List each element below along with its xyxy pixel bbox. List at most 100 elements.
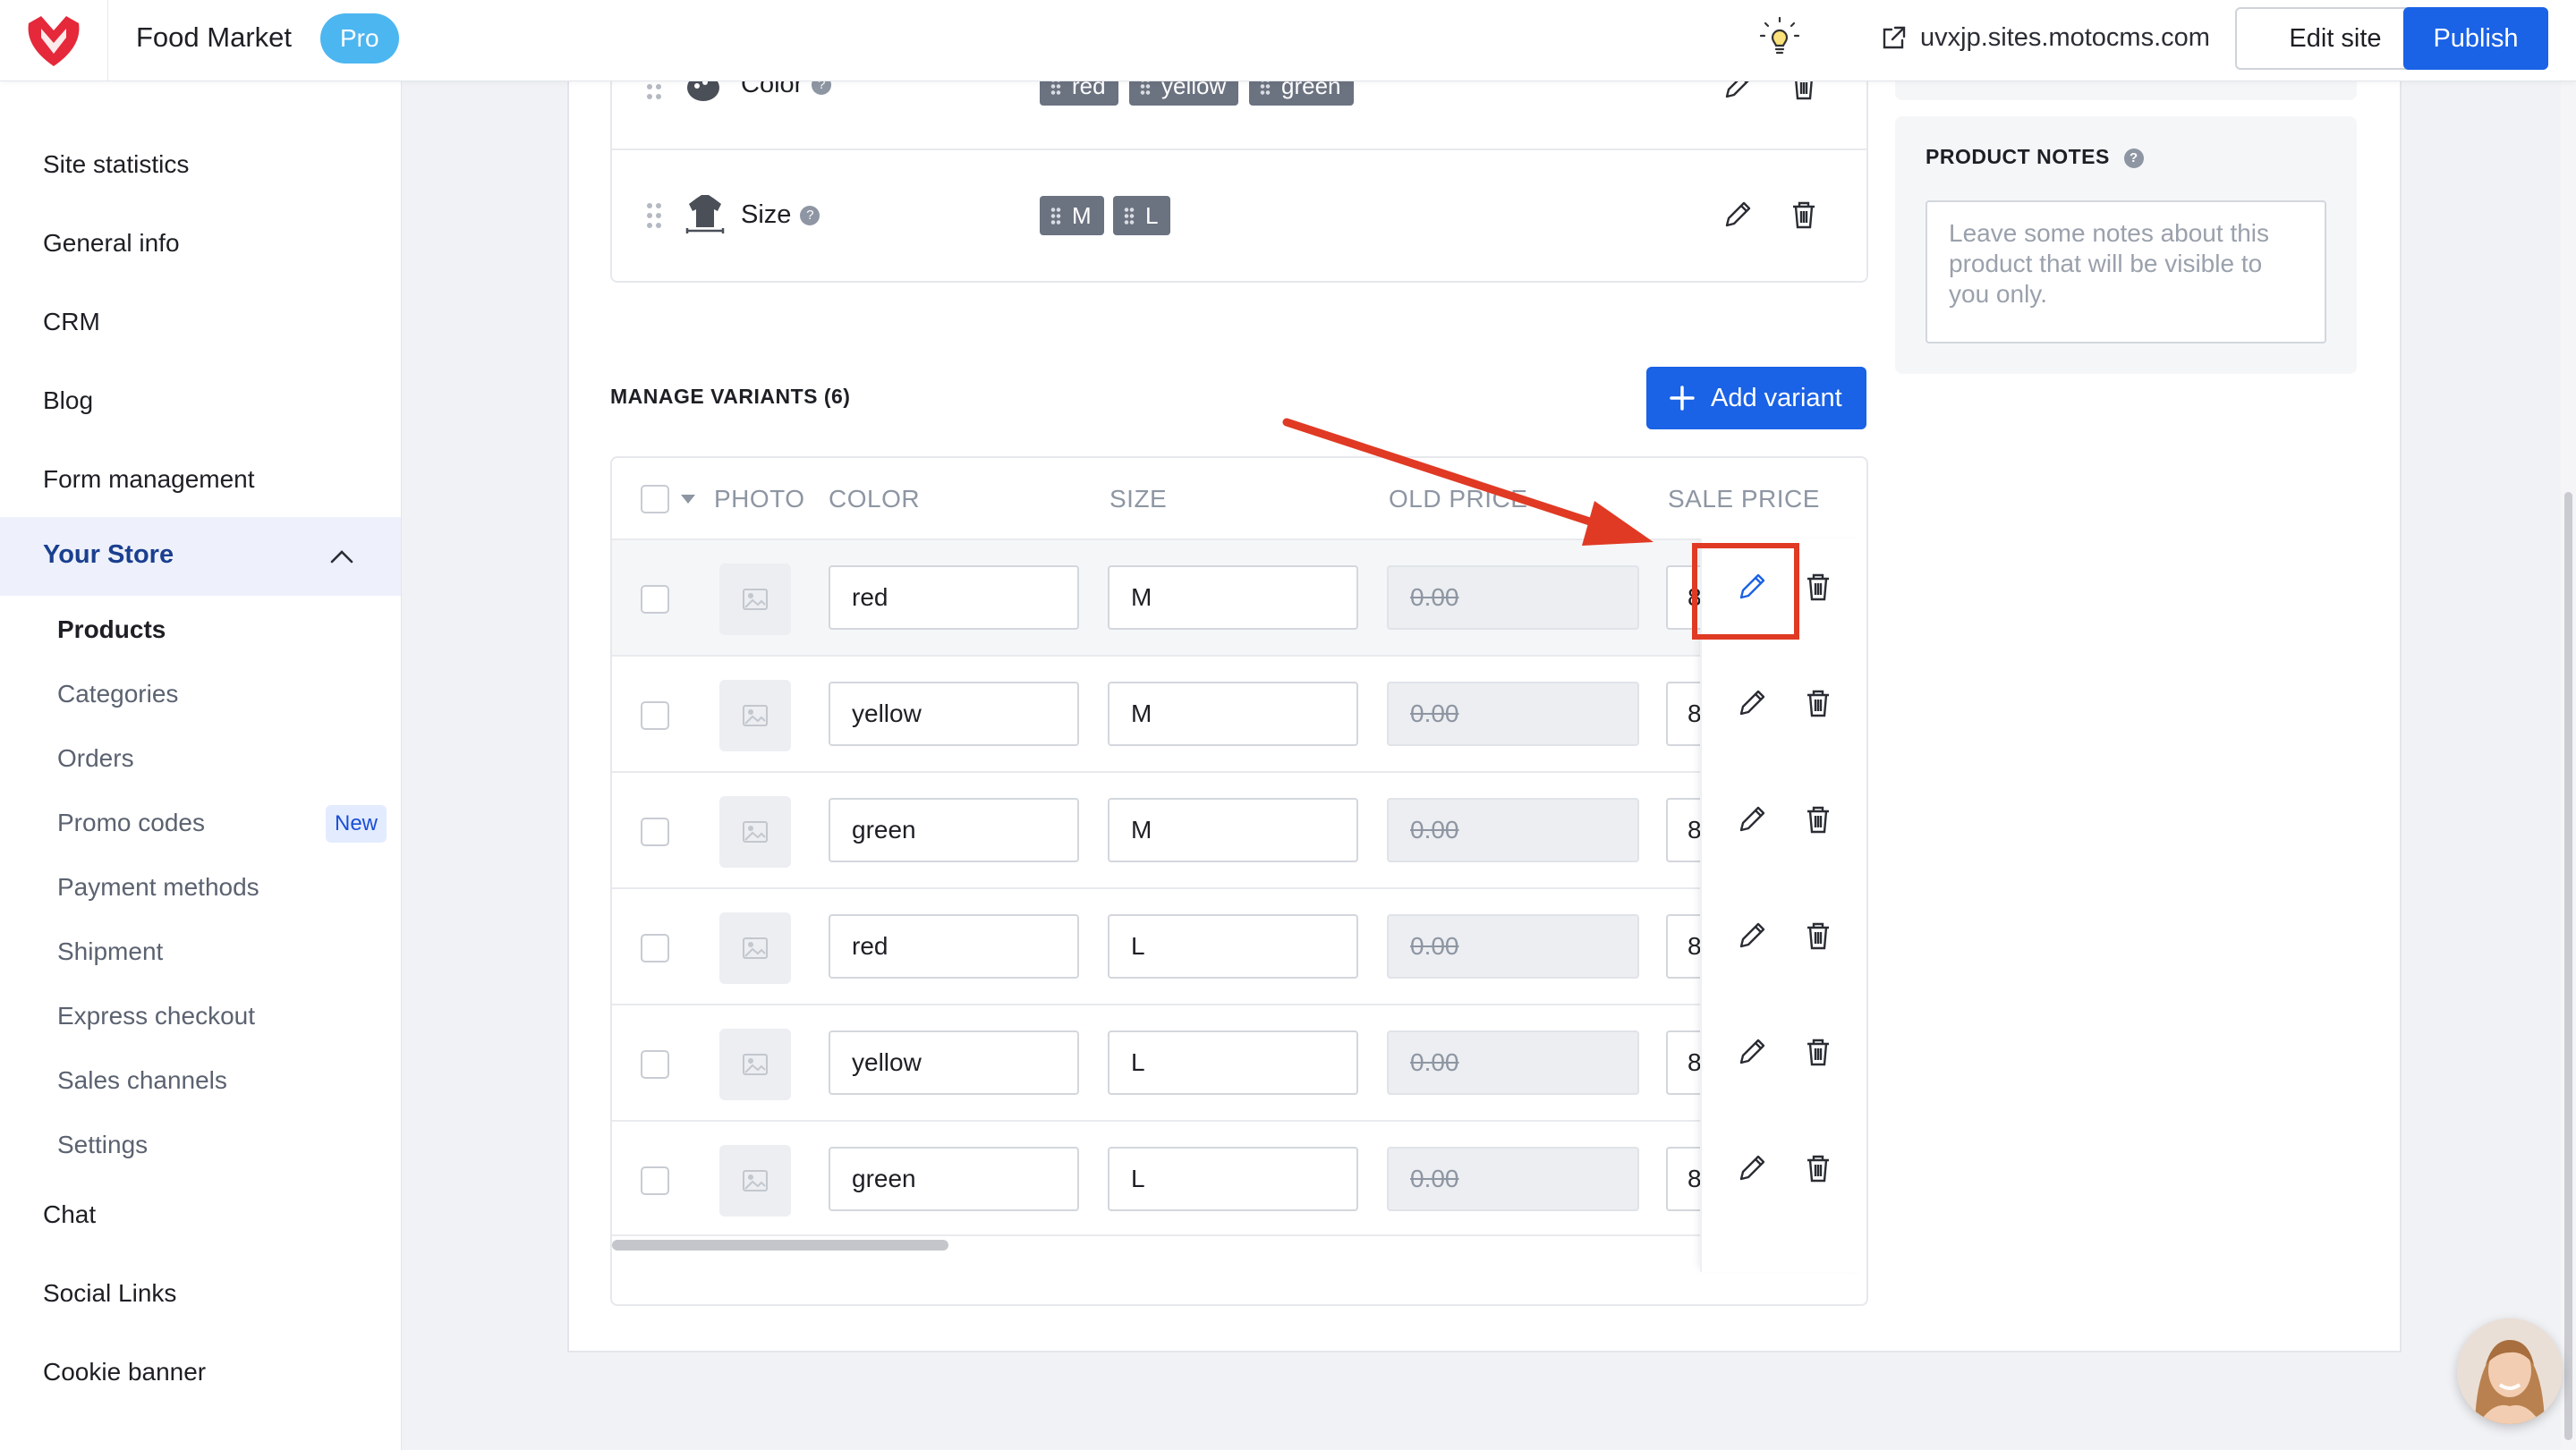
sidebar-subitem-payment-methods[interactable]: Payment methods [57, 873, 259, 902]
support-chat-avatar[interactable] [2457, 1319, 2563, 1424]
tshirt-size-icon [685, 195, 725, 233]
help-icon[interactable]: ? [2123, 148, 2144, 168]
variant-color-input[interactable]: red [829, 565, 1079, 630]
add-variant-button[interactable]: Add variant [1646, 367, 1866, 429]
variant-old-price-input: 0.00 [1387, 1030, 1639, 1095]
plus-icon [1670, 386, 1695, 411]
pencil-icon[interactable] [1720, 197, 1756, 233]
variant-color-input[interactable]: yellow [829, 682, 1079, 746]
trash-icon[interactable] [1800, 1034, 1836, 1070]
table-row: red L 0.00 8 [612, 887, 1866, 1004]
plan-badge: Pro [320, 13, 399, 64]
sidebar-item-chat[interactable]: Chat [43, 1200, 96, 1229]
table-row: red M 0.00 8 [612, 538, 1866, 655]
sidebar-subitem-promo-codes[interactable]: Promo codes [57, 809, 205, 837]
motocms-logo-icon[interactable] [20, 11, 88, 70]
variant-photo-placeholder[interactable] [719, 564, 791, 635]
avatar-illustration [2457, 1319, 2563, 1424]
sidebar-item-site-statistics[interactable]: Site statistics [43, 150, 189, 179]
variant-size-input[interactable]: M [1108, 682, 1358, 746]
sidebar-item-cookie-banner[interactable]: Cookie banner [43, 1358, 206, 1386]
annotation-highlight-box [1692, 543, 1799, 640]
publish-button[interactable]: Publish [2403, 7, 2548, 70]
trash-icon[interactable] [1800, 569, 1836, 605]
pencil-icon[interactable] [1734, 685, 1770, 721]
image-icon [743, 937, 768, 959]
product-notes-label: PRODUCT NOTES [1926, 145, 2110, 168]
sidebar-subitem-products[interactable]: Products [57, 615, 166, 644]
pencil-icon[interactable] [1734, 801, 1770, 837]
row-actions-column [1700, 538, 1866, 1272]
page-scrollbar-thumb[interactable] [2564, 492, 2572, 1440]
row-checkbox[interactable] [641, 1050, 669, 1079]
variant-color-input[interactable]: yellow [829, 1030, 1079, 1095]
column-header-sale-price: SALE PRICE [1668, 485, 1820, 513]
variant-old-price-input: 0.00 [1387, 1147, 1639, 1211]
image-icon [743, 1054, 768, 1075]
variant-photo-placeholder[interactable] [719, 912, 791, 984]
sidebar-subitem-orders[interactable]: Orders [57, 744, 134, 773]
variant-old-price-input: 0.00 [1387, 914, 1639, 979]
help-icon[interactable]: ? [800, 206, 820, 226]
sidebar-item-social-links[interactable]: Social Links [43, 1279, 176, 1308]
row-checkbox[interactable] [641, 818, 669, 846]
variant-color-input[interactable]: green [829, 1147, 1079, 1211]
column-header-color: COLOR [829, 485, 921, 513]
image-icon [743, 1170, 768, 1191]
row-checkbox[interactable] [641, 934, 669, 962]
trash-icon[interactable] [1800, 801, 1836, 837]
trash-icon[interactable] [1800, 918, 1836, 954]
lightbulb-icon[interactable] [1757, 14, 1802, 59]
caret-down-icon[interactable] [680, 494, 696, 505]
site-url-link[interactable]: uvxjp.sites.motocms.com [1879, 23, 2210, 53]
sidebar-item-crm[interactable]: CRM [43, 308, 100, 336]
variant-color-input[interactable]: green [829, 798, 1079, 862]
product-notes-title: PRODUCT NOTES? [1926, 145, 2144, 169]
image-icon [743, 589, 768, 610]
sidebar-subitem-settings[interactable]: Settings [57, 1131, 148, 1159]
drag-handle-icon[interactable] [646, 202, 662, 229]
table-horizontal-scrollbar[interactable] [612, 1240, 948, 1251]
table-row: green L 0.00 8 [612, 1120, 1866, 1236]
variant-photo-placeholder[interactable] [719, 1145, 791, 1217]
variant-size-input[interactable]: L [1108, 914, 1358, 979]
attribute-value-tag[interactable]: L [1113, 196, 1171, 235]
variant-color-input[interactable]: red [829, 914, 1079, 979]
variant-photo-placeholder[interactable] [719, 796, 791, 868]
row-checkbox[interactable] [641, 1166, 669, 1195]
select-all-checkbox[interactable] [641, 485, 669, 513]
product-notes-textarea[interactable]: Leave some notes about this product that… [1926, 200, 2326, 343]
variant-photo-placeholder[interactable] [719, 680, 791, 751]
sidebar-item-your-store[interactable]: Your Store [0, 517, 401, 596]
sidebar-item-general-info[interactable]: General info [43, 229, 180, 258]
new-badge: New [326, 805, 387, 843]
pencil-icon[interactable] [1734, 918, 1770, 954]
sidebar-subitem-categories[interactable]: Categories [57, 680, 178, 708]
attribute-name-size: Size? [741, 200, 820, 230]
variant-old-price-input: 0.00 [1387, 565, 1639, 630]
sidebar-subitem-express-checkout[interactable]: Express checkout [57, 1002, 255, 1030]
sidebar-subitem-sales-channels[interactable]: Sales channels [57, 1066, 227, 1095]
sidebar-subitem-shipment[interactable]: Shipment [57, 937, 163, 966]
trash-icon[interactable] [1786, 197, 1822, 233]
row-checkbox[interactable] [641, 701, 669, 730]
variant-photo-placeholder[interactable] [719, 1029, 791, 1100]
row-checkbox[interactable] [641, 585, 669, 614]
image-icon [743, 821, 768, 843]
table-row: yellow M 0.00 8 [612, 655, 1866, 771]
attribute-value-tag[interactable]: M [1040, 196, 1104, 235]
top-bar: Food Market Pro uvxjp.sites.motocms.com … [0, 0, 2576, 81]
variants-table: PHOTO COLOR SIZE OLD PRICE SALE PRICE re… [610, 456, 1868, 1306]
variant-size-input[interactable]: M [1108, 798, 1358, 862]
trash-icon[interactable] [1800, 685, 1836, 721]
variant-size-input[interactable]: M [1108, 565, 1358, 630]
sidebar-item-form-management[interactable]: Form management [43, 465, 255, 494]
variant-size-input[interactable]: L [1108, 1030, 1358, 1095]
pencil-icon[interactable] [1734, 1150, 1770, 1186]
sidebar-item-label: Your Store [43, 540, 174, 569]
pencil-icon[interactable] [1734, 1034, 1770, 1070]
divider [612, 148, 1866, 150]
sidebar-item-blog[interactable]: Blog [43, 386, 93, 415]
trash-icon[interactable] [1800, 1150, 1836, 1186]
variant-size-input[interactable]: L [1108, 1147, 1358, 1211]
